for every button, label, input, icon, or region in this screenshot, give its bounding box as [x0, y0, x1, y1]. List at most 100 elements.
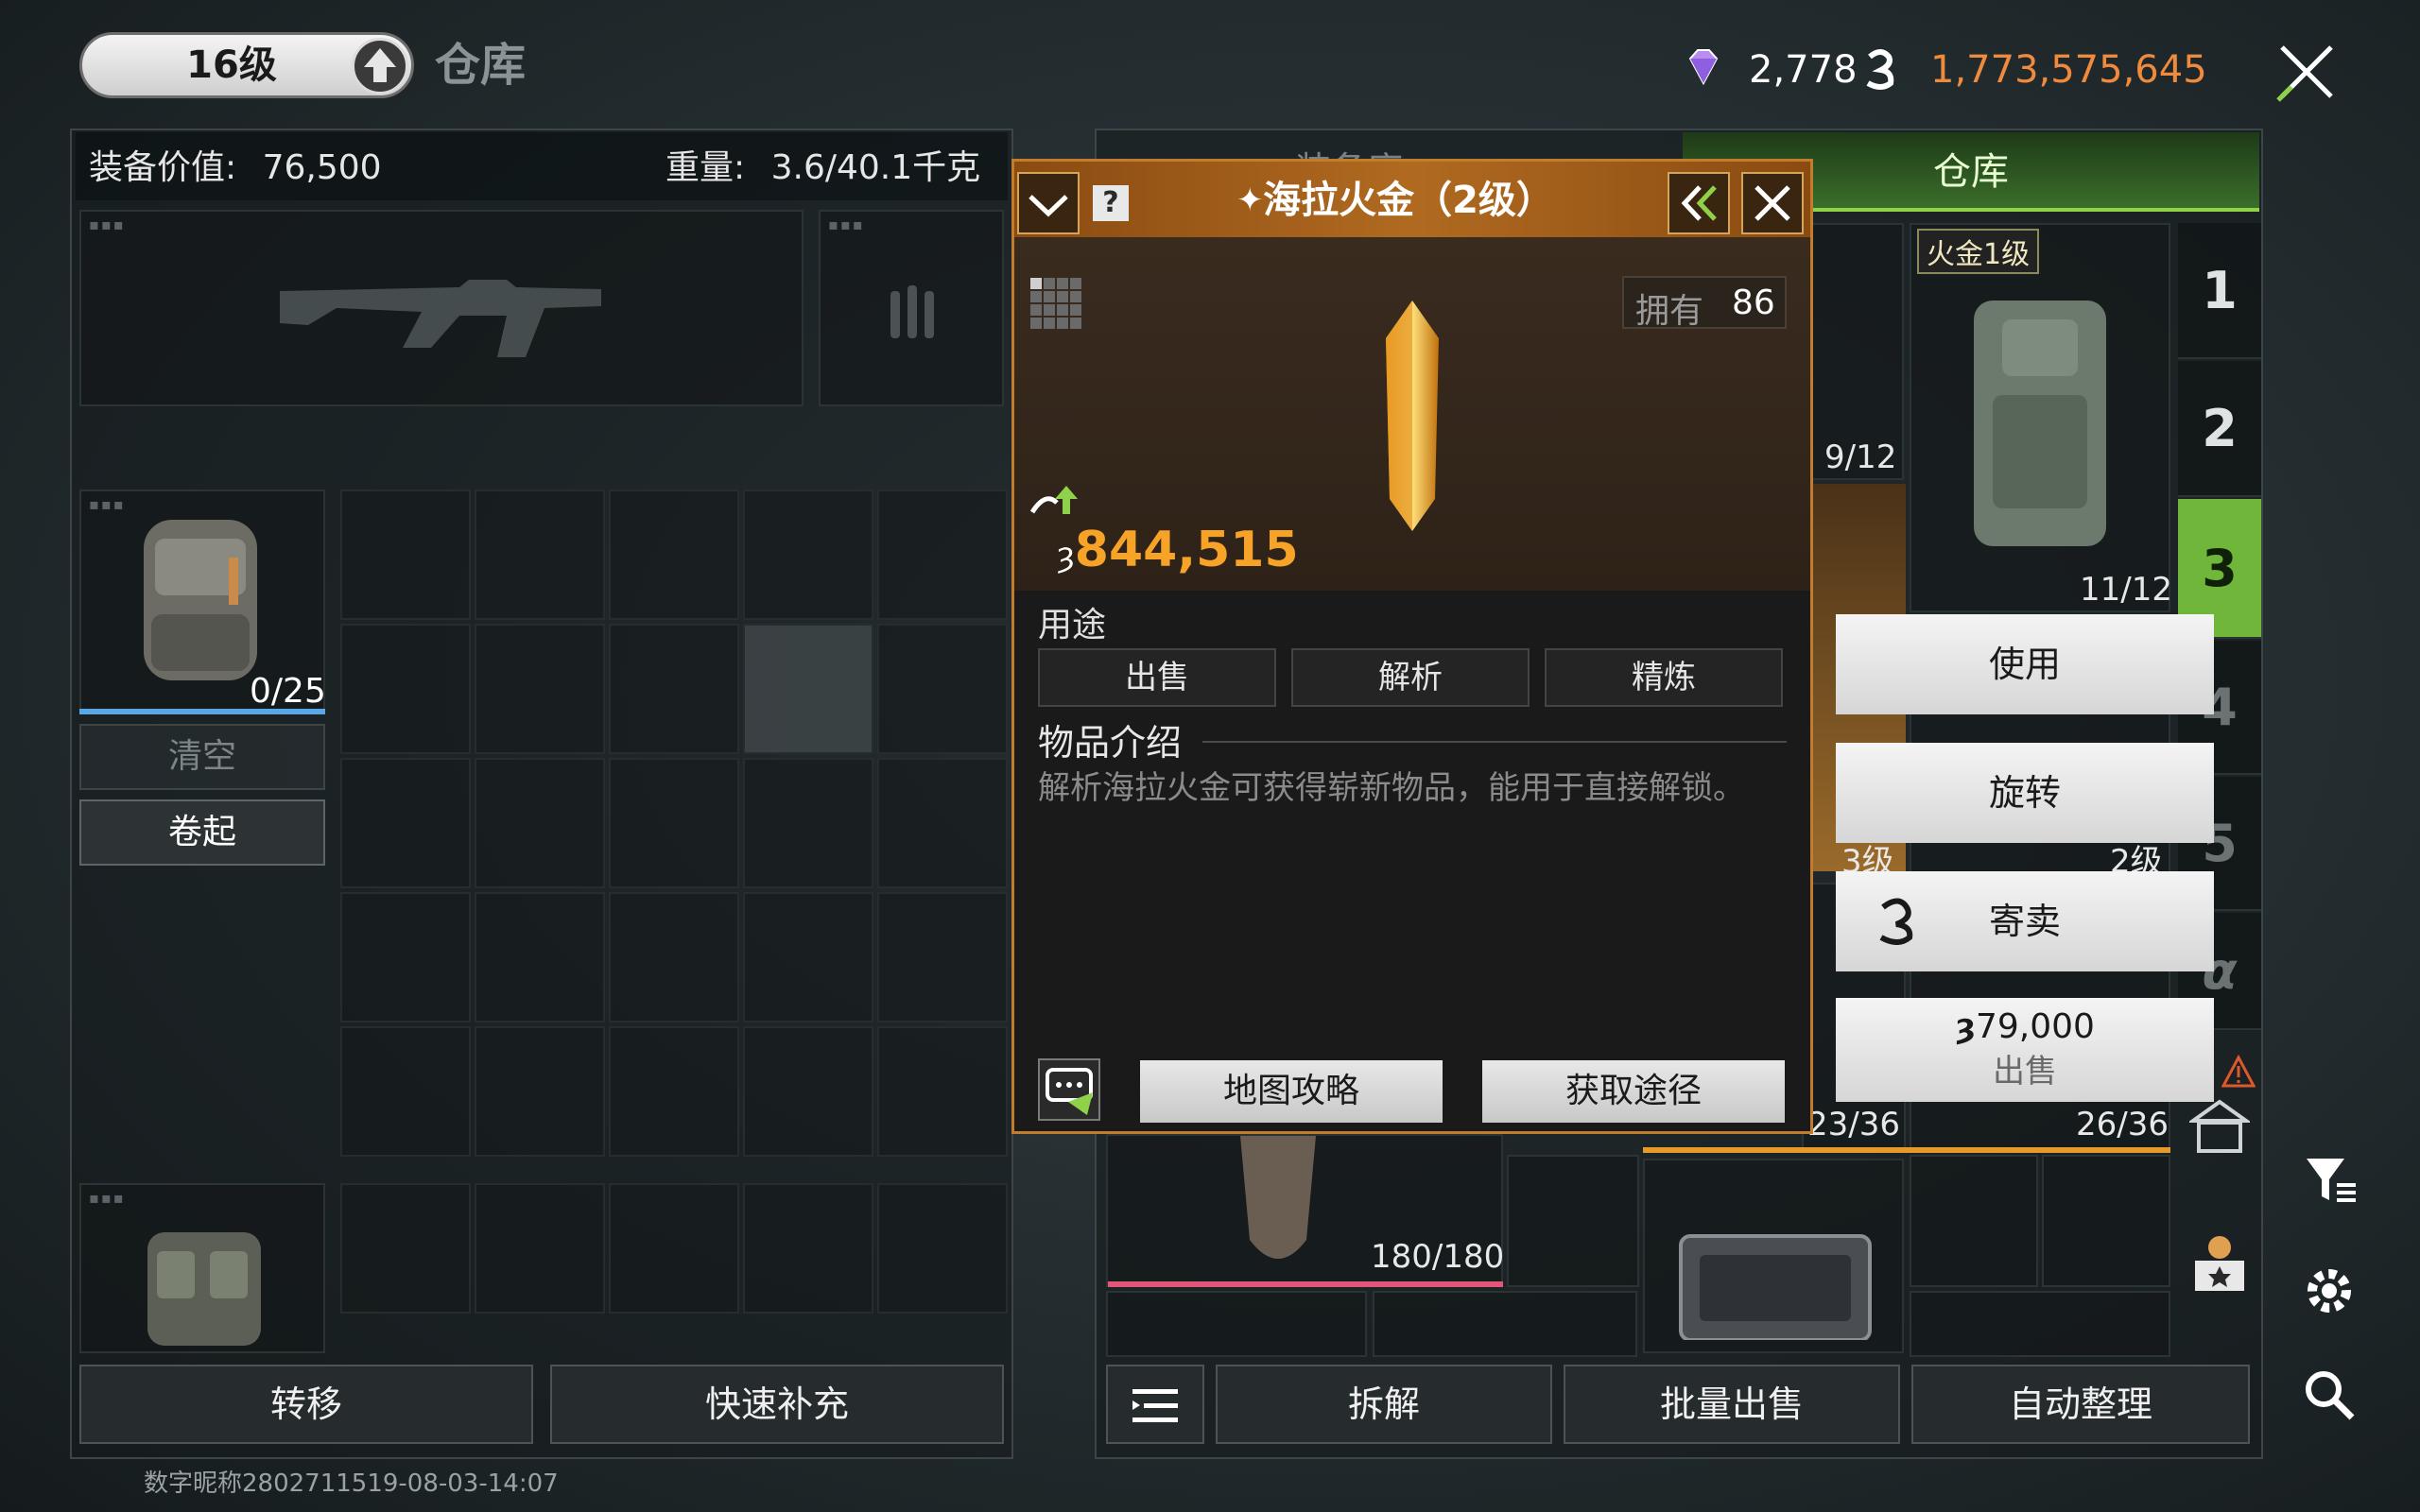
grid-cell[interactable] — [475, 1183, 605, 1314]
comment-button[interactable] — [1038, 1058, 1100, 1121]
usage-refine-button[interactable]: 精炼 — [1545, 648, 1783, 707]
grid-cell[interactable] — [475, 1026, 605, 1157]
grid-cell[interactable] — [340, 1026, 471, 1157]
chest-rig-icon — [147, 1232, 261, 1346]
warehouse-item[interactable] — [1910, 1291, 2170, 1357]
search-icon[interactable] — [2301, 1366, 2358, 1423]
grid-cell[interactable] — [743, 1183, 873, 1314]
grid-cell[interactable] — [340, 1183, 471, 1314]
rollup-button[interactable]: 卷起 — [79, 799, 325, 866]
map-guide-button[interactable]: 地图攻略 — [1140, 1060, 1443, 1123]
list-icon — [1132, 1389, 1178, 1422]
grid-cell[interactable] — [743, 758, 873, 888]
grid-cell[interactable] — [609, 490, 739, 620]
filter-icon[interactable] — [2303, 1155, 2360, 1208]
warehouse-item[interactable] — [1910, 1155, 2038, 1287]
popup-close-button[interactable] — [1741, 172, 1804, 234]
armor-icon — [1240, 1136, 1316, 1259]
warning-icon — [2221, 1054, 2256, 1089]
level-up-icon[interactable] — [352, 38, 408, 94]
auto-sort-button[interactable]: 自动整理 — [1911, 1365, 2250, 1444]
ammo-slot[interactable]: ▪▪▪ — [819, 210, 1004, 406]
grid-cell[interactable] — [340, 624, 471, 754]
level-label: 16级 — [186, 43, 277, 87]
grid-cell[interactable] — [475, 490, 605, 620]
consign-button[interactable]: 寄卖 — [1836, 871, 2214, 971]
use-button[interactable]: 使用 — [1836, 614, 2214, 714]
grid-cell[interactable] — [609, 892, 739, 1022]
grid-cell[interactable] — [475, 624, 605, 754]
shop-icon[interactable] — [2189, 1228, 2250, 1297]
weight-label: 重量: — [666, 148, 746, 187]
grid-cell[interactable] — [340, 758, 471, 888]
dismantle-button[interactable]: 拆解 — [1216, 1365, 1552, 1444]
transfer-button[interactable]: 转移 — [79, 1365, 533, 1444]
warehouse-item[interactable] — [1507, 1155, 1639, 1287]
quick-refill-button[interactable]: 快速补充 — [550, 1365, 1004, 1444]
clear-button[interactable]: 清空 — [79, 724, 325, 790]
sell-price-value: 79,000 — [1975, 1007, 2095, 1046]
bulk-sell-button[interactable]: 批量出售 — [1564, 1365, 1900, 1444]
grid-cell[interactable] — [743, 490, 873, 620]
grid-cell[interactable] — [877, 490, 1008, 620]
ammo-icon — [890, 285, 934, 338]
coin-balance: 1,773,575,645 — [1930, 48, 2207, 92]
backpack-capacity: 0/25 — [250, 672, 326, 711]
grid-cell[interactable] — [609, 624, 739, 754]
grid-cell[interactable] — [877, 1183, 1008, 1314]
tab-2[interactable]: 2 — [2178, 361, 2261, 497]
collapse-button[interactable] — [1017, 172, 1080, 234]
chevron-down-icon — [1028, 195, 1068, 217]
grid-cell[interactable] — [475, 758, 605, 888]
grid-cell[interactable] — [609, 758, 739, 888]
menu-list-button[interactable] — [1106, 1365, 1204, 1444]
help-icon[interactable]: ? — [1093, 185, 1129, 221]
storage-house-icon[interactable] — [2187, 1096, 2253, 1157]
warehouse-item-case[interactable] — [1643, 1159, 1904, 1353]
double-chevron-left-icon — [1681, 185, 1717, 221]
usage-analyze-button[interactable]: 解析 — [1291, 648, 1530, 707]
tactical-vest-icon — [1974, 301, 2106, 546]
diamond-icon — [1683, 45, 1724, 87]
warehouse-item-vest[interactable]: 火金1级 — [1910, 223, 2170, 612]
tab-1[interactable]: 1 — [2178, 223, 2261, 359]
rotate-button[interactable]: 旋转 — [1836, 743, 2214, 843]
usage-label: 用途 — [1038, 606, 1107, 644]
user-watermark: 数字昵称2802711519-08-03-14:07 — [144, 1469, 559, 1498]
warehouse-item[interactable] — [1106, 1291, 1367, 1357]
grid-cell[interactable] — [475, 892, 605, 1022]
backpack-grid — [340, 490, 1008, 1157]
grid-cell[interactable] — [743, 1026, 873, 1157]
obtain-source-button[interactable]: 获取途径 — [1482, 1060, 1785, 1123]
item-count: 26/36 — [2076, 1106, 2169, 1143]
close-icon[interactable] — [2269, 34, 2344, 110]
primary-weapon-slot[interactable]: ▪▪▪ — [79, 210, 804, 406]
usage-sell-button[interactable]: 出售 — [1038, 648, 1276, 707]
grid-cell[interactable] — [743, 892, 873, 1022]
grid-cell[interactable] — [877, 624, 1008, 754]
grid-cell[interactable] — [877, 758, 1008, 888]
chest-rig-slot[interactable]: ▪▪▪ — [79, 1183, 325, 1353]
owned-value: 86 — [1732, 284, 1775, 322]
gear-icon[interactable] — [2301, 1263, 2358, 1319]
grid-cell[interactable] — [609, 1183, 739, 1314]
divider — [1202, 741, 1787, 743]
item-durability: 180/180 — [1371, 1238, 1505, 1276]
grid-cell[interactable] — [609, 1026, 739, 1157]
vest-badge: 火金1级 — [1917, 229, 2040, 274]
back-button[interactable] — [1668, 172, 1730, 234]
sell-button[interactable]: ȝ79,000 出售 — [1836, 998, 2214, 1102]
price-trend-icon — [1028, 482, 1081, 520]
item-count: 9/12 — [1824, 438, 1897, 476]
equip-value-label: 装备价值: — [89, 148, 237, 187]
grid-cell[interactable] — [340, 892, 471, 1022]
grid-size-icon — [1030, 278, 1083, 331]
warehouse-item[interactable] — [1373, 1291, 1637, 1357]
warehouse-item[interactable] — [2042, 1155, 2170, 1287]
close-icon — [1754, 185, 1790, 221]
grid-cell[interactable] — [877, 1026, 1008, 1157]
owned-count: 拥有 86 — [1622, 276, 1787, 331]
grid-cell-highlight[interactable] — [743, 624, 873, 754]
grid-cell[interactable] — [340, 490, 471, 620]
grid-cell[interactable] — [877, 892, 1008, 1022]
